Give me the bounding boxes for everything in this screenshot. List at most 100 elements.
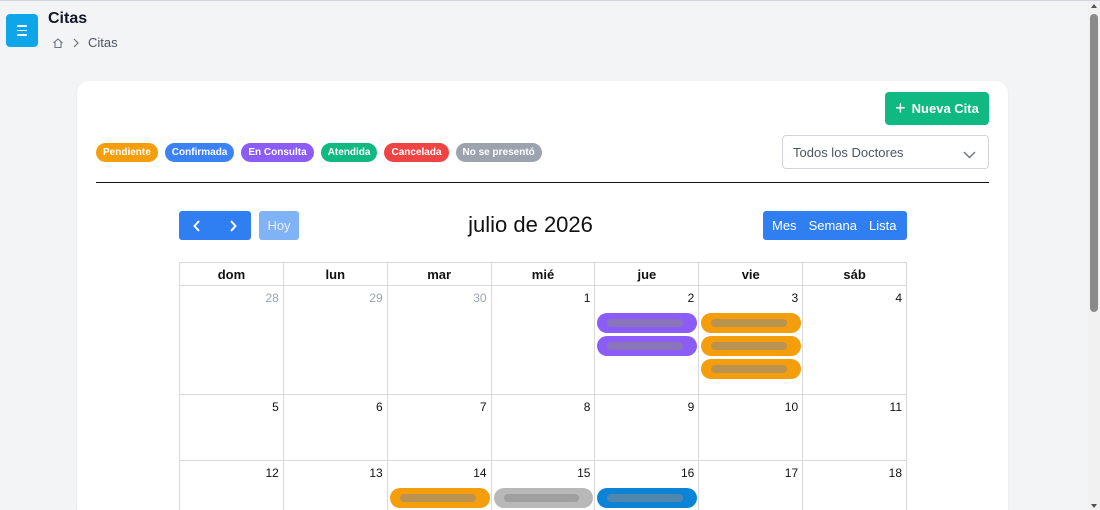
scroll-down-icon[interactable] (1091, 504, 1097, 508)
appointment-event[interactable] (493, 488, 594, 508)
day-number[interactable]: 18 (889, 466, 902, 480)
breadcrumb-current: Citas (88, 35, 118, 50)
calendar-day-cell[interactable]: 15 (492, 461, 596, 510)
weekday-header: dom lun mar mié jue vie sáb (179, 262, 908, 286)
appointment-event[interactable] (701, 336, 802, 356)
day-number[interactable]: 16 (681, 466, 694, 480)
calendar-nav (179, 211, 251, 240)
weekday-label: lun (283, 263, 388, 286)
scroll-up-icon[interactable] (1091, 4, 1097, 8)
chevron-right-icon (72, 38, 80, 48)
status-badge: En Consulta (241, 143, 314, 162)
calendar-day-cell[interactable]: 5 (180, 395, 284, 461)
view-week-button[interactable]: Semana (803, 218, 863, 233)
doctor-filter-select[interactable]: Todos los Doctores (782, 135, 989, 169)
calendar-day-cell[interactable]: 7 (387, 395, 492, 461)
status-badge: Cancelada (384, 143, 449, 162)
day-number[interactable]: 9 (688, 400, 695, 414)
calendar-day-cell[interactable]: 6 (283, 395, 388, 461)
event-redacted-label (711, 365, 788, 373)
view-month-button[interactable]: Mes (763, 218, 803, 233)
status-badge: Pendiente (96, 143, 158, 162)
event-redacted-label (711, 342, 788, 350)
home-icon[interactable] (52, 37, 64, 49)
chevron-right-icon (230, 219, 237, 232)
calendar-day-cell[interactable]: 14 (388, 461, 492, 510)
view-switcher: Mes Semana Lista (763, 211, 907, 240)
weekday-label: sáb (803, 263, 908, 286)
day-number[interactable]: 7 (480, 400, 487, 414)
day-number[interactable]: 15 (577, 466, 590, 480)
weekday-label: dom (180, 263, 284, 286)
calendar-day-cell[interactable]: 12 (180, 461, 284, 510)
day-number[interactable]: 3 (791, 291, 798, 305)
day-number[interactable]: 8 (584, 400, 591, 414)
calendar-day-cell[interactable]: 16 (595, 461, 700, 510)
appointment-event[interactable] (389, 488, 490, 508)
today-button[interactable]: Hoy (259, 211, 299, 240)
scrollbar-thumb[interactable] (1090, 14, 1098, 312)
day-number[interactable]: 12 (266, 466, 279, 480)
calendar-day-cell[interactable]: 30 (387, 286, 492, 395)
menu-button[interactable] (6, 14, 38, 47)
appointments-card: + Nueva Cita Pendiente Confirmada En Consu… (77, 81, 1008, 510)
day-number[interactable]: 30 (473, 291, 486, 305)
day-number[interactable]: 4 (895, 291, 902, 305)
calendar-day-cell[interactable]: 9 (595, 395, 700, 461)
appointment-event[interactable] (701, 313, 802, 333)
scrollbar[interactable] (1088, 1, 1100, 510)
event-redacted-label (607, 342, 684, 350)
day-number[interactable]: 13 (369, 466, 382, 480)
calendar-day-cell[interactable]: 1 (491, 286, 596, 395)
day-number[interactable]: 11 (890, 400, 902, 414)
day-number[interactable]: 2 (688, 291, 695, 305)
calendar-week-row: 5 6 7 8 9 10 11 (179, 395, 908, 461)
calendar-day-cell[interactable]: 11 (803, 395, 908, 461)
view-list-button[interactable]: Lista (863, 218, 902, 233)
status-badge: No se presentó (455, 143, 542, 162)
calendar-day-cell[interactable]: 2 (595, 286, 700, 395)
status-badge: Confirmada (164, 143, 235, 162)
calendar-day-cell[interactable]: 18 (803, 461, 908, 510)
page-title: Citas (48, 10, 88, 27)
appointment-event[interactable] (597, 313, 698, 333)
day-number[interactable]: 6 (376, 400, 383, 414)
appointment-event[interactable] (597, 336, 698, 356)
appointment-event[interactable] (597, 488, 698, 508)
day-number[interactable]: 1 (584, 291, 591, 305)
calendar-day-cell[interactable]: 8 (491, 395, 596, 461)
day-number[interactable]: 29 (369, 291, 382, 305)
plus-icon: + (895, 97, 906, 118)
calendar-day-cell[interactable]: 28 (180, 286, 284, 395)
event-redacted-label (503, 494, 580, 502)
calendar-day-cell[interactable]: 17 (699, 461, 804, 510)
calendar-week-row: 28 29 30 1 2 3 4 (179, 286, 908, 395)
status-legend: Pendiente Confirmada En Consulta Atendida Ca… (96, 143, 542, 162)
calendar-day-cell[interactable]: 3 (699, 286, 804, 395)
chevron-left-icon (193, 219, 200, 232)
day-number[interactable]: 5 (272, 400, 279, 414)
calendar-title: julio de 2026 (468, 212, 593, 237)
chevron-down-icon (963, 147, 976, 162)
day-number[interactable]: 17 (785, 466, 798, 480)
weekday-label: mar (387, 263, 492, 286)
event-redacted-label (711, 319, 788, 327)
calendar-day-cell[interactable]: 13 (284, 461, 388, 510)
next-month-button[interactable] (215, 211, 251, 240)
breadcrumb: Citas (52, 35, 118, 50)
event-redacted-label (607, 494, 684, 502)
calendar-grid: dom lun mar mié jue vie sáb 28 29 30 1 2 3 4 5 6 7 8 9 10 11… (179, 262, 908, 510)
calendar-week-row: 12 13 14 15 16 17 18 (179, 461, 908, 510)
prev-month-button[interactable] (179, 211, 215, 240)
calendar-day-cell[interactable]: 10 (699, 395, 804, 461)
calendar-day-cell[interactable]: 29 (283, 286, 388, 395)
event-redacted-label (399, 494, 476, 502)
day-number[interactable]: 28 (266, 291, 279, 305)
day-number[interactable]: 10 (785, 400, 798, 414)
day-number[interactable]: 14 (473, 466, 486, 480)
weekday-label: mié (491, 263, 596, 286)
calendar-day-cell[interactable]: 4 (803, 286, 908, 395)
appointment-event[interactable] (701, 359, 802, 379)
new-appointment-button[interactable]: + Nueva Cita (885, 92, 989, 125)
doctor-filter-value: Todos los Doctores (793, 144, 904, 160)
